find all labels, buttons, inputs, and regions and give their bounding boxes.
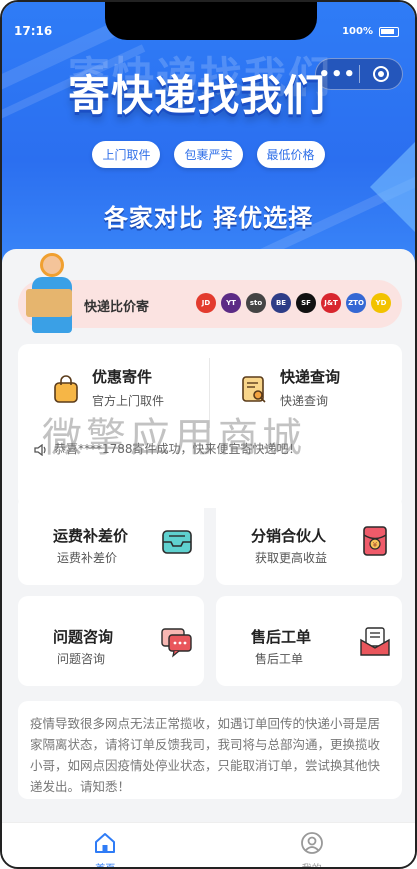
freight-difference-button[interactable]: 运费补差价 运费补差价 (18, 495, 204, 585)
best-logo: BE (271, 293, 291, 313)
jd-logo: JD (196, 293, 216, 313)
svg-text:¥: ¥ (373, 541, 378, 549)
hero-title: 寄快递找我们 (68, 71, 327, 120)
grid-subtitle: 运费补差价 (57, 551, 118, 565)
consultation-button[interactable]: 问题咨询 问题咨询 (18, 596, 204, 686)
epidemic-notice-card: 疫情导致很多网点无法正常揽收，如遇订单回传的快递小哥是居家隔离状态，请将订单反馈… (18, 701, 402, 799)
watermark: 微擎应用商城 (42, 415, 306, 461)
grid-title: 售后工单 (251, 628, 312, 646)
hero-tags: 上门取件 包裹严实 最低价格 (2, 141, 415, 168)
courier-mascot-icon (24, 247, 82, 343)
tab-label: 首页 (2, 860, 209, 867)
shopping-bag-icon (54, 375, 78, 403)
jitu-logo: J&T (321, 293, 341, 313)
bottom-tab-bar: 首页 我的 (2, 822, 416, 867)
phone-frame: 17:16 100% ••• 寄快递找我们 寄快递找我们 上门取件 包裹严实 最… (0, 0, 417, 869)
tab-home[interactable]: 首页 (2, 823, 209, 867)
grid-title: 分销合伙人 (251, 527, 327, 545)
grid-subtitle: 获取更高收益 (255, 551, 328, 565)
grid-subtitle: 问题咨询 (57, 652, 106, 666)
inbox-tray-icon (162, 530, 192, 554)
after-sales-ticket-button[interactable]: 售后工单 售后工单 (216, 596, 402, 686)
courier-logos: JD YT sto BE SF J&T ZTO YD (196, 293, 391, 313)
grid-title: 运费补差价 (53, 527, 129, 545)
hero-banner[interactable]: 17:16 100% ••• 寄快递找我们 寄快递找我们 上门取件 包裹严实 最… (2, 2, 415, 267)
hero-tag: 包裹严实 (174, 141, 243, 168)
zto-logo: ZTO (346, 293, 366, 313)
close-target-icon[interactable] (359, 66, 402, 82)
service-title: 优惠寄件 (92, 368, 153, 386)
hero-subtitle: 各家对比 择优选择 (103, 204, 314, 232)
distribution-partner-button[interactable]: 分销合伙人 获取更高收益 ¥ (216, 495, 402, 585)
sto-logo: sto (246, 293, 266, 313)
battery-icon (379, 27, 399, 37)
search-document-icon (242, 376, 266, 403)
red-envelope-icon: ¥ (363, 526, 387, 556)
tab-mine[interactable]: 我的 (209, 823, 416, 867)
mail-document-icon (360, 627, 390, 656)
grid-title: 问题咨询 (53, 628, 114, 646)
yunda-logo: YT (221, 293, 241, 313)
content-sheet: 快递比价寄 JD YT sto BE SF J&T ZTO YD 优惠寄件 官方上门取件 (2, 249, 415, 829)
compare-label: 快递比价寄 (84, 300, 150, 315)
chat-bubbles-icon (161, 628, 192, 658)
hero-tag: 上门取件 (92, 141, 161, 168)
status-time: 17:16 (14, 24, 53, 38)
epidemic-notice-text: 疫情导致很多网点无法正常揽收，如遇订单回传的快递小哥是居家隔离状态，请将订单反馈… (30, 716, 381, 794)
yd-logo: YD (371, 293, 391, 313)
tab-label: 我的 (209, 860, 416, 867)
service-title: 快递查询 (280, 368, 341, 386)
user-icon (300, 832, 323, 854)
home-icon (95, 833, 116, 853)
device-notch (105, 2, 317, 40)
battery-level: 100% (342, 26, 373, 37)
sf-logo: SF (296, 293, 316, 313)
grid-subtitle: 售后工单 (255, 652, 304, 666)
hero-tag: 最低价格 (256, 141, 325, 168)
